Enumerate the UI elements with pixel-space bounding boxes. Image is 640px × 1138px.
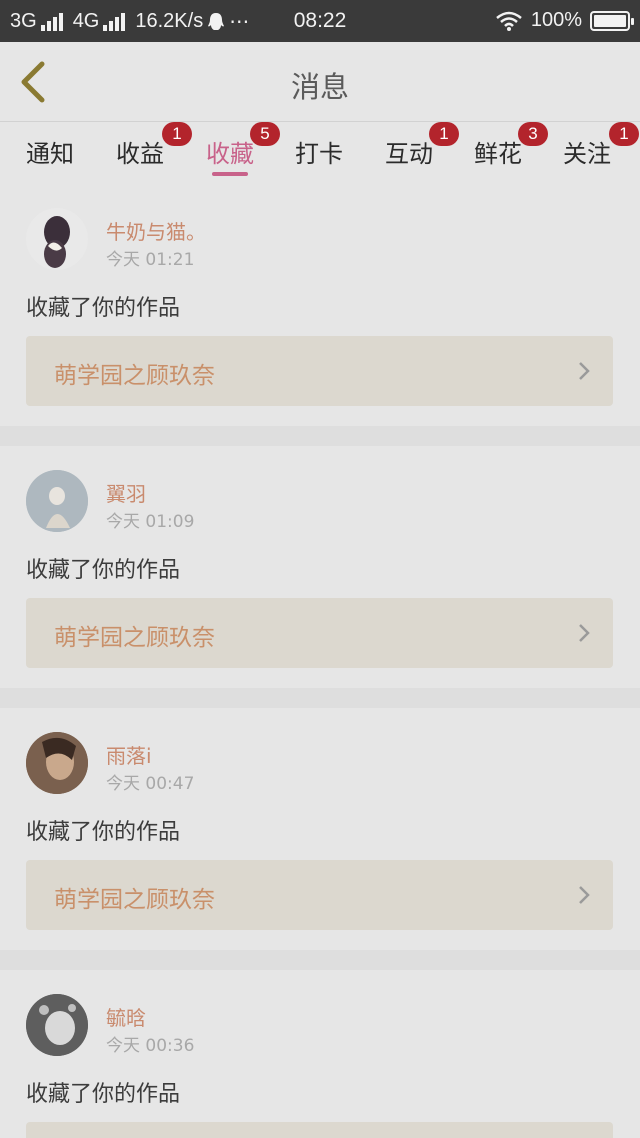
message-time: 今天 00:36 [106, 1036, 195, 1056]
page-header: 消息 [0, 42, 640, 122]
status-right: 100% [495, 9, 634, 32]
message-card: 牛奶与猫。 今天 01:21 收藏了你的作品 萌学园之顾玖奈 [0, 180, 640, 426]
tab-badge: 1 [609, 122, 639, 146]
work-link[interactable]: 萌学园之顾玖奈 [26, 598, 613, 668]
tab-badge: 3 [518, 122, 548, 146]
chevron-right-icon [579, 886, 590, 904]
tab-flowers[interactable]: 鲜花 3 [474, 122, 548, 169]
work-title: 萌学园之顾玖奈 [54, 625, 215, 651]
message-card: 毓晗 今天 00:36 收藏了你的作品 [0, 970, 640, 1138]
active-tab-indicator [212, 172, 248, 176]
tab-earnings[interactable]: 收益 1 [116, 122, 192, 169]
work-title: 萌学园之顾玖奈 [54, 887, 215, 913]
chevron-right-icon [579, 624, 590, 642]
avatar[interactable] [26, 208, 88, 270]
message-time: 今天 00:47 [106, 774, 195, 794]
tab-favorites[interactable]: 收藏 5 [206, 122, 280, 176]
card-separator [0, 426, 640, 446]
username[interactable]: 翼羽 [106, 478, 146, 507]
avatar[interactable] [26, 994, 88, 1056]
message-time: 今天 01:21 [106, 250, 195, 270]
tab-interactions[interactable]: 互动 1 [385, 122, 459, 169]
message-card: 雨落i 今天 00:47 收藏了你的作品 萌学园之顾玖奈 [0, 708, 640, 950]
page-title: 消息 [290, 70, 349, 104]
work-link[interactable]: 萌学园之顾玖奈 [26, 860, 613, 930]
tab-badge: 1 [162, 122, 192, 146]
message-card: 翼羽 今天 01:09 收藏了你的作品 萌学园之顾玖奈 [0, 446, 640, 688]
username[interactable]: 毓晗 [106, 1002, 146, 1031]
avatar[interactable] [26, 470, 88, 532]
card-separator [0, 688, 640, 708]
message-time: 今天 01:09 [106, 512, 195, 532]
work-link[interactable] [26, 1122, 613, 1138]
tab-checkin[interactable]: 打卡 [295, 134, 343, 169]
username[interactable]: 牛奶与猫。 [106, 216, 206, 245]
tab-notifications[interactable]: 通知 [26, 134, 74, 169]
tab-follows[interactable]: 关注 1 [563, 122, 639, 169]
tab-badge: 5 [250, 122, 280, 146]
message-action: 收藏了你的作品 [26, 1082, 181, 1107]
battery-percent: 100% [530, 9, 582, 31]
work-link[interactable]: 萌学园之顾玖奈 [26, 336, 613, 406]
username[interactable]: 雨落i [106, 740, 152, 769]
work-title: 萌学园之顾玖奈 [54, 363, 215, 389]
card-separator [0, 950, 640, 970]
message-action: 收藏了你的作品 [26, 296, 181, 321]
battery-icon [590, 10, 634, 31]
status-bar: 3G 4G 16.2K/s ⋯ 08:22 100% [0, 0, 640, 42]
avatar[interactable] [26, 732, 88, 794]
message-tabs: 通知 收益 1 收藏 5 打卡 互动 1 鲜花 3 关注 1 [0, 122, 640, 180]
message-action: 收藏了你的作品 [26, 820, 181, 845]
message-action: 收藏了你的作品 [26, 558, 181, 583]
wifi-icon [496, 11, 522, 31]
chevron-right-icon [579, 362, 590, 380]
tab-badge: 1 [429, 122, 459, 146]
